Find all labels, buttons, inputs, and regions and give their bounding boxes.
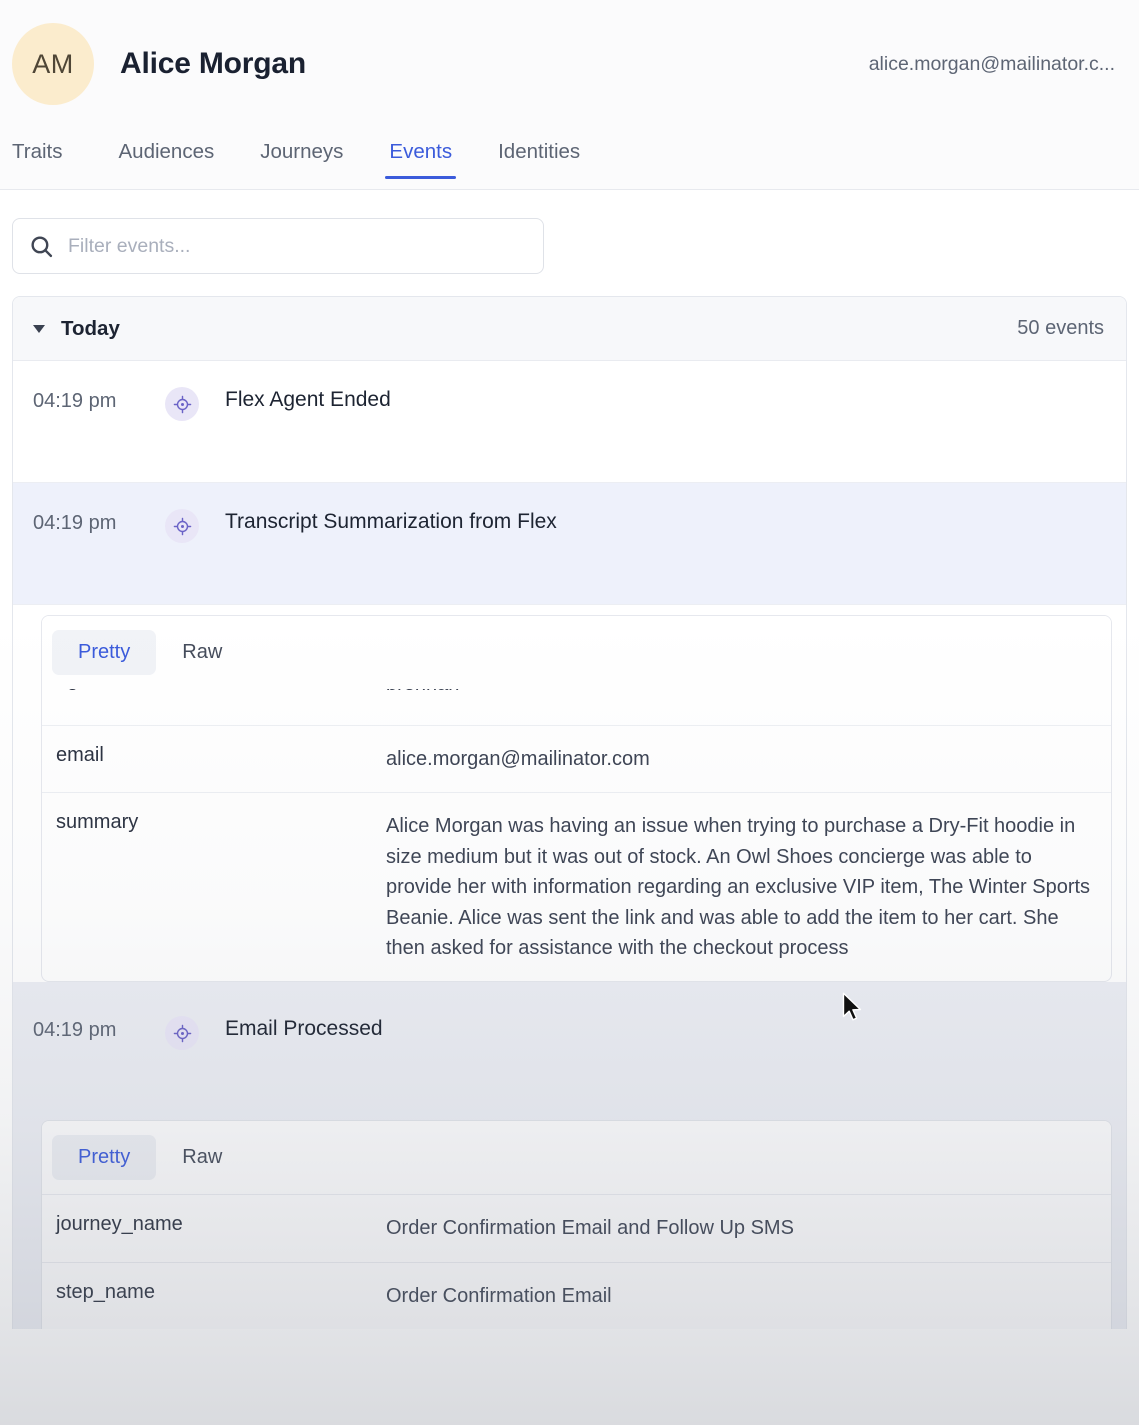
tab-pretty[interactable]: Pretty <box>52 630 157 675</box>
event-group-title: Today <box>61 316 120 340</box>
property-key: email <box>56 744 104 766</box>
filter-bar <box>0 190 1139 296</box>
property-row: email alice.morgan@mailinator.com <box>42 725 1111 792</box>
property-row: summary Alice Morgan was having an issue… <box>42 792 1111 981</box>
property-value: Alice Morgan was having an issue when tr… <box>386 815 1091 959</box>
event-timestamp: 04:19 pm <box>33 1019 117 1042</box>
property-value: Order Confirmation Email <box>386 1284 612 1307</box>
event-properties-table: journey_name Order Confirmation Email an… <box>42 1194 1111 1329</box>
profile-header: AM Alice Morgan alice.morgan@mailinator.… <box>0 0 1139 128</box>
search-icon <box>29 234 54 259</box>
property-value: brennan <box>386 689 1097 699</box>
tab-pretty[interactable]: Pretty <box>52 1135 157 1181</box>
event-timestamp: 04:19 pm <box>33 390 117 412</box>
event-row[interactable]: 04:19 pm Flex Agent Ended <box>13 361 1126 483</box>
event-group-count: 50 events <box>1017 317 1104 339</box>
tab-audiences[interactable]: Audiences <box>105 128 229 189</box>
property-value: Order Confirmation Email and Follow Up S… <box>386 1217 794 1240</box>
profile-tabbar: Traits Audiences Journeys Events Identit… <box>0 128 1139 190</box>
detail-view-tabs: Pretty Raw <box>42 616 1111 689</box>
property-row: step_name Order Confirmation Email <box>42 1261 1111 1329</box>
page-title: Alice Morgan <box>120 47 306 80</box>
event-row[interactable]: 04:19 pm Email Processed <box>13 982 1126 1103</box>
property-key: step_name <box>56 1280 155 1303</box>
event-group-header[interactable]: Today 50 events <box>13 297 1126 361</box>
event-detail-container: Pretty Raw journey_name Order Confirmati… <box>13 1102 1126 1330</box>
tab-identities[interactable]: Identities <box>484 128 594 189</box>
detail-view-tabs: Pretty Raw <box>42 1121 1111 1195</box>
event-properties-card: Pretty Raw agent brennan email alice.mor… <box>41 615 1112 983</box>
tab-raw[interactable]: Raw <box>156 630 248 675</box>
property-row: agent brennan <box>42 689 1111 725</box>
event-detail-container: Pretty Raw agent brennan email alice.mor… <box>13 605 1126 983</box>
tab-events[interactable]: Events <box>375 128 466 189</box>
property-key: summary <box>56 811 139 834</box>
target-crosshair-icon <box>165 509 199 543</box>
event-row-selected[interactable]: 04:19 pm Transcript Summarization from F… <box>13 483 1126 605</box>
event-name: Email Processed <box>225 1017 383 1041</box>
property-row: journey_name Order Confirmation Email an… <box>42 1194 1111 1261</box>
avatar: AM <box>12 23 94 105</box>
event-timestamp: 04:19 pm <box>33 512 117 534</box>
caret-down-icon[interactable] <box>33 324 45 333</box>
property-key: journey_name <box>56 1213 183 1236</box>
tab-traits[interactable]: Traits <box>12 128 77 189</box>
event-name: Transcript Summarization from Flex <box>225 510 557 533</box>
event-name: Flex Agent Ended <box>225 388 391 411</box>
property-key: agent <box>56 689 386 699</box>
search-input[interactable] <box>68 234 527 258</box>
target-crosshair-icon <box>165 1016 199 1051</box>
search-box[interactable] <box>12 218 544 274</box>
tab-journeys[interactable]: Journeys <box>246 128 357 189</box>
event-properties-card: Pretty Raw journey_name Order Confirmati… <box>41 1120 1112 1330</box>
profile-email: alice.morgan@mailinator.c... <box>868 52 1115 75</box>
tab-raw[interactable]: Raw <box>156 1135 248 1180</box>
event-properties-table: agent brennan email alice.morgan@mailina… <box>42 689 1111 981</box>
target-crosshair-icon <box>165 387 199 421</box>
events-panel: Today 50 events 04:19 pm Flex Agent Ende… <box>12 296 1127 1330</box>
property-value: alice.morgan@mailinator.com <box>386 748 650 770</box>
